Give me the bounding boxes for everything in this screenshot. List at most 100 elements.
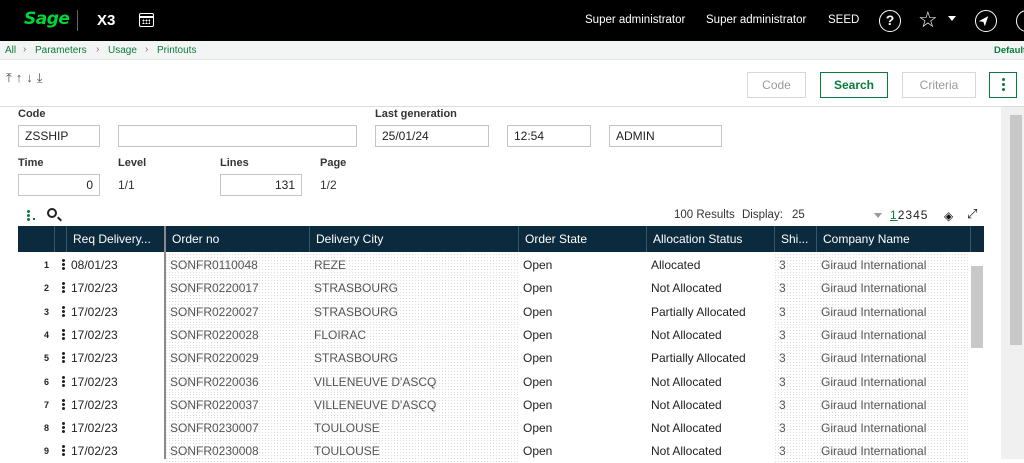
- table-cell-order[interactable]: SONFR0220028: [165, 322, 309, 346]
- table-cell-date[interactable]: 17/02/23: [66, 346, 165, 369]
- column-header-shipment[interactable]: Shi...: [774, 226, 816, 252]
- table-row[interactable]: 4 17/02/23 SONFR0220028 FLOIRAC Open Not Allo…: [18, 322, 984, 346]
- table-cell-city[interactable]: STRASBOURG: [309, 276, 518, 300]
- page-4[interactable]: 4: [913, 208, 921, 222]
- page-1[interactable]: 1: [890, 208, 898, 222]
- table-cell-ship[interactable]: 3: [774, 369, 816, 393]
- table-cell-city[interactable]: STRASBOURG: [309, 346, 518, 370]
- code-button[interactable]: Code: [747, 72, 806, 98]
- table-cell-city[interactable]: VILLENEUVE D'ASCQ: [309, 392, 518, 416]
- table-cell-date[interactable]: 17/02/23: [66, 276, 165, 299]
- table-cell-city[interactable]: FLOIRAC: [309, 322, 518, 346]
- lines-field[interactable]: 131: [220, 174, 302, 196]
- row-menu-icon[interactable]: [62, 328, 65, 332]
- table-cell-date[interactable]: 17/02/23: [66, 323, 165, 346]
- table-cell-alloc[interactable]: Not Allocated: [646, 370, 774, 393]
- last-record-icon[interactable]: ⤓: [37, 70, 47, 85]
- search-button[interactable]: Search: [820, 72, 888, 98]
- page-5[interactable]: 5: [921, 208, 929, 222]
- table-cell-company[interactable]: Giraud International: [816, 276, 970, 300]
- folder-selector[interactable]: SEED: [828, 14, 859, 26]
- table-cell-date[interactable]: 17/02/23: [66, 370, 165, 393]
- table-cell-state[interactable]: Open: [518, 370, 646, 393]
- table-cell-company[interactable]: Giraud International: [816, 322, 970, 346]
- table-row[interactable]: 8 17/02/23 SONFR0230007 TOULOUSE Open Not All…: [18, 416, 984, 440]
- chevron-down-icon[interactable]: [874, 213, 882, 218]
- table-cell-state[interactable]: Open: [518, 253, 646, 276]
- help-icon[interactable]: ?: [879, 10, 901, 32]
- table-cell-ship[interactable]: 3: [774, 253, 816, 276]
- layers-icon[interactable]: ◈: [944, 209, 953, 223]
- page-3[interactable]: 3: [905, 208, 913, 222]
- row-menu-icon[interactable]: [62, 398, 65, 402]
- grid-options-icon[interactable]: [27, 210, 30, 213]
- table-cell-ship[interactable]: 3: [774, 416, 816, 440]
- table-cell-company[interactable]: Giraud International: [816, 346, 970, 370]
- table-cell-state[interactable]: Open: [518, 276, 646, 299]
- breadcrumb-all[interactable]: All: [5, 45, 16, 56]
- row-menu-icon[interactable]: [62, 282, 65, 286]
- table-scrollbar-thumb[interactable]: [971, 266, 983, 348]
- table-cell-state[interactable]: Open: [518, 323, 646, 346]
- table-cell-company[interactable]: Giraud International: [816, 369, 970, 393]
- table-cell-city[interactable]: TOULOUSE: [309, 416, 518, 440]
- more-icon[interactable]: [1016, 10, 1024, 32]
- page-scrollbar-thumb[interactable]: [1010, 115, 1022, 345]
- table-cell-order[interactable]: SONFR0110048: [165, 253, 309, 276]
- table-cell-city[interactable]: REZE: [309, 253, 518, 276]
- table-cell-order[interactable]: SONFR0220036: [165, 369, 309, 393]
- table-cell-alloc[interactable]: Allocated: [646, 253, 774, 276]
- breadcrumb-usage[interactable]: Usage: [108, 45, 137, 56]
- star-icon[interactable]: ☆: [918, 7, 938, 33]
- search-icon[interactable]: [47, 208, 57, 218]
- criteria-button[interactable]: Criteria: [902, 72, 976, 98]
- row-menu-icon[interactable]: [62, 422, 65, 426]
- table-cell-state[interactable]: Open: [518, 416, 646, 439]
- last-generation-time[interactable]: 12:54: [507, 125, 591, 147]
- table-cell-ship[interactable]: 3: [774, 392, 816, 416]
- calendar-icon[interactable]: [139, 13, 154, 27]
- column-header-delivery-city[interactable]: Delivery City: [309, 226, 518, 252]
- table-cell-alloc[interactable]: Not Allocated: [646, 323, 774, 346]
- previous-record-icon[interactable]: ↑: [16, 70, 27, 85]
- sage-logo[interactable]: Sage: [24, 9, 70, 29]
- table-cell-date[interactable]: 17/02/23: [66, 393, 165, 416]
- table-row[interactable]: 5 17/02/23 SONFR0220029 STRASBOURG Open Parti…: [18, 346, 984, 370]
- table-cell-alloc[interactable]: Not Allocated: [646, 276, 774, 299]
- column-header-order-state[interactable]: Order State: [518, 226, 646, 252]
- code-field[interactable]: ZSSHIP: [18, 125, 100, 147]
- next-record-icon[interactable]: ↓: [26, 70, 37, 85]
- breadcrumb-parameters[interactable]: Parameters: [35, 45, 87, 56]
- column-header-order-no[interactable]: Order no: [165, 226, 309, 252]
- chevron-down-icon[interactable]: [948, 16, 956, 21]
- default-label[interactable]: Default: [994, 45, 1024, 56]
- table-cell-date[interactable]: 17/02/23: [66, 416, 165, 439]
- table-cell-city[interactable]: STRASBOURG: [309, 299, 518, 323]
- table-cell-order[interactable]: SONFR0220027: [165, 299, 309, 323]
- table-cell-alloc[interactable]: Partially Allocated: [646, 346, 774, 369]
- row-menu-icon[interactable]: [62, 305, 65, 309]
- table-cell-state[interactable]: Open: [518, 300, 646, 323]
- table-cell-city[interactable]: VILLENEUVE D'ASCQ: [309, 369, 518, 393]
- table-cell-state[interactable]: Open: [518, 393, 646, 416]
- time-field[interactable]: 0: [18, 174, 100, 196]
- table-cell-order[interactable]: SONFR0220037: [165, 392, 309, 416]
- table-row[interactable]: 6 17/02/23 SONFR0220036 VILLENEUVE D'ASCQ Op…: [18, 369, 984, 393]
- last-generation-user[interactable]: ADMIN: [609, 125, 722, 147]
- table-cell-order[interactable]: SONFR0220029: [165, 346, 309, 370]
- more-actions-button[interactable]: [989, 72, 1017, 98]
- table-row[interactable]: 2 17/02/23 SONFR0220017 STRASBOURG Open Not A…: [18, 276, 984, 300]
- row-menu-icon[interactable]: [62, 445, 65, 449]
- table-cell-ship[interactable]: 3: [774, 276, 816, 300]
- compass-icon[interactable]: [975, 10, 997, 32]
- user-profile[interactable]: Super administrator: [585, 14, 685, 26]
- user-role[interactable]: Super administrator: [706, 14, 806, 26]
- expand-icon[interactable]: ⤢: [967, 206, 977, 222]
- display-value[interactable]: 25: [792, 209, 805, 221]
- table-row[interactable]: 3 17/02/23 SONFR0220027 STRASBOURG Open Parti…: [18, 299, 984, 323]
- row-menu-icon[interactable]: [62, 375, 65, 379]
- table-row[interactable]: 7 17/02/23 SONFR0220037 VILLENEUVE D'ASCQ Op…: [18, 392, 984, 416]
- table-cell-ship[interactable]: 3: [774, 322, 816, 346]
- table-cell-state[interactable]: Open: [518, 346, 646, 369]
- table-cell-company[interactable]: Giraud International: [816, 416, 970, 440]
